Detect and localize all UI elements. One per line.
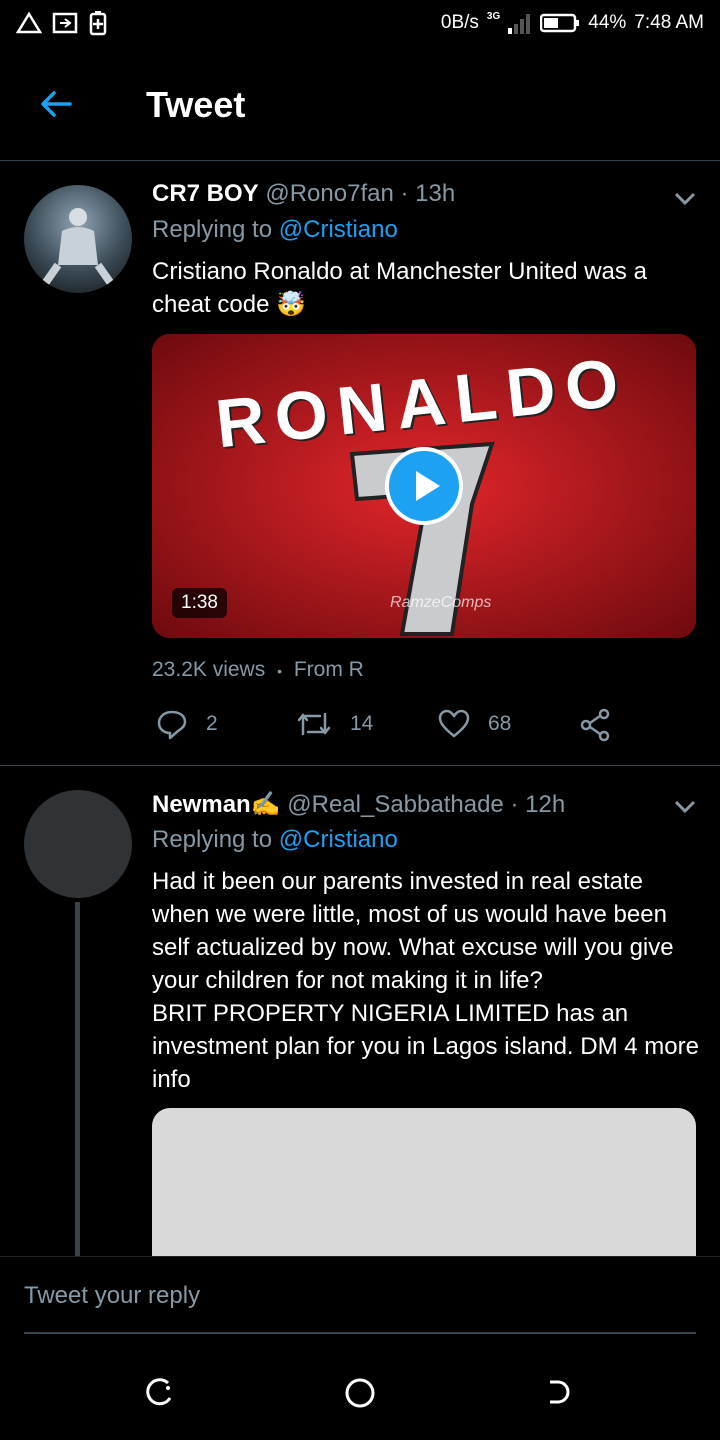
top-app-bar: [0, 60, 720, 161]
chevron-down-icon[interactable]: [672, 188, 698, 208]
like-count: 68: [488, 712, 512, 735]
tweet-time: 13h: [415, 180, 456, 207]
tweet-header: CR7 BOY @Rono7fan · 13h: [152, 180, 672, 208]
player-silhouette-icon: [40, 208, 116, 288]
play-button[interactable]: [385, 447, 463, 525]
battery-icon: [540, 13, 580, 33]
status-icons-left: [16, 10, 108, 36]
author-name[interactable]: CR7 BOY: [152, 180, 259, 207]
separator: ·: [510, 791, 519, 818]
reply-input[interactable]: Tweet your reply: [24, 1282, 200, 1310]
retweet-count: 14: [350, 712, 374, 735]
separator: ·: [400, 180, 409, 207]
reply-action[interactable]: 2: [156, 708, 218, 740]
retweet-icon: [297, 712, 331, 736]
screen-cast-icon: [52, 12, 78, 34]
network-type: 3G: [486, 10, 501, 22]
battery-saver-icon: [89, 11, 107, 36]
tweet-time: 12h: [525, 791, 566, 818]
back-arrow-icon[interactable]: [36, 84, 76, 124]
status-icons-right: 0B/s 3G 44% 7:48 AM: [440, 10, 704, 34]
share-icon[interactable]: [578, 708, 612, 742]
replying-to: Replying to @Cristiano: [152, 216, 398, 244]
warning-icon: [16, 11, 42, 34]
view-count: 23.2K views • From R: [152, 658, 364, 682]
chevron-down-icon[interactable]: [672, 796, 698, 816]
avatar[interactable]: [24, 185, 132, 293]
author-handle[interactable]: @Real_Sabbathade: [287, 791, 504, 818]
avatar[interactable]: [24, 790, 132, 898]
replying-prefix: Replying to: [152, 216, 273, 243]
video-player[interactable]: RONALDO 7 1:38 RamzeComps: [152, 334, 696, 638]
system-nav-bar: [0, 1336, 720, 1440]
tweet-divider: [0, 765, 720, 766]
recent-apps-icon[interactable]: [144, 1376, 176, 1408]
video-watermark: RamzeComps: [390, 594, 492, 611]
reply-underline: [24, 1332, 696, 1334]
home-icon[interactable]: [343, 1376, 377, 1410]
page-title: Tweet: [146, 84, 246, 125]
mention-link[interactable]: @Cristiano: [279, 826, 398, 853]
like-action[interactable]: 68: [438, 708, 511, 740]
tweet-text: Cristiano Ronaldo at Manchester United w…: [152, 258, 647, 318]
heart-icon: [438, 709, 470, 738]
video-duration: 1:38: [172, 588, 227, 618]
tweet-text: Had it been our parents invested in real…: [152, 868, 699, 1093]
tweet-header: Newman✍️ @Real_Sabbathade · 12h: [152, 790, 672, 819]
status-bar: 0B/s 3G 44% 7:48 AM: [0, 0, 720, 48]
mention-link[interactable]: @Cristiano: [279, 216, 398, 243]
views: 23.2K views: [152, 658, 266, 681]
thread-line: [75, 902, 80, 1256]
author-name[interactable]: Newman✍️: [152, 791, 281, 818]
signal-icon: [508, 14, 531, 34]
battery-percent: 44%: [588, 12, 627, 33]
reply-count: 2: [206, 712, 218, 735]
reply-icon: [157, 710, 187, 740]
author-handle[interactable]: @Rono7fan: [265, 180, 393, 207]
dot: •: [277, 663, 282, 679]
back-nav-icon[interactable]: [544, 1376, 576, 1408]
replying-to: Replying to @Cristiano: [152, 826, 398, 854]
media-placeholder[interactable]: [152, 1108, 696, 1268]
clock: 7:48 AM: [634, 12, 704, 33]
retweet-action[interactable]: 14: [296, 708, 373, 740]
source: From R: [293, 658, 364, 681]
network-speed: 0B/s: [440, 12, 479, 33]
play-icon: [416, 471, 440, 501]
replying-prefix: Replying to: [152, 826, 273, 853]
